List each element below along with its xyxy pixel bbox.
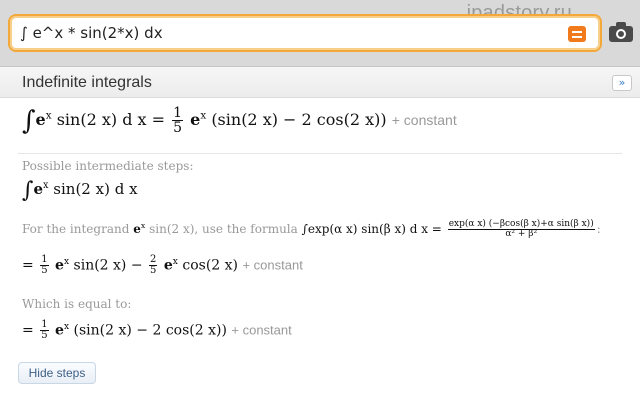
step3-formula: = 15 ex (sin(2 x) − 2 cos(2 x)) + consta… xyxy=(22,319,292,341)
formula-line: For the integrand ex sin(2 x), use the f… xyxy=(22,219,601,239)
expand-icon[interactable]: » xyxy=(612,75,632,91)
step2-formula: = 15 ex sin(2 x) − 25 ex cos(2 x) + cons… xyxy=(22,254,303,276)
camera-icon[interactable] xyxy=(609,22,633,42)
result-formula: ∫ex sin(2 x) d x = 15 ex (sin(2 x) − 2 c… xyxy=(22,105,457,136)
search-input[interactable]: ∫ e^x * sin(2*x) dx xyxy=(8,14,602,52)
hide-steps-button[interactable]: Hide steps xyxy=(18,362,96,384)
result-rhs: (sin(2 x) − 2 cos(2 x)) xyxy=(211,110,387,129)
integral-sign: ∫ xyxy=(22,106,36,136)
camera-lens xyxy=(616,29,626,39)
pod-title: Indefinite integrals xyxy=(22,74,152,91)
steps-heading: Possible intermediate steps: xyxy=(22,159,194,173)
result-constant: + constant xyxy=(391,112,457,128)
search-query[interactable]: ∫ e^x * sin(2*x) dx xyxy=(20,24,163,42)
step1-formula: ∫ex sin(2 x) d x xyxy=(22,178,138,203)
step2-fraction-a: 15 xyxy=(40,254,49,276)
formula-fraction: exp(α x) (−βcos(β x)+α sin(β x)) α² + β² xyxy=(447,219,595,239)
step3-fraction: 15 xyxy=(40,319,49,341)
equal-heading: Which is equal to: xyxy=(22,297,132,311)
submit-icon[interactable] xyxy=(568,26,586,42)
result-fraction: 15 xyxy=(172,105,184,136)
top-bar: ipadstory.ru ∫ e^x * sin(2*x) dx xyxy=(0,0,640,67)
divider xyxy=(18,153,622,154)
result-lhs: sin(2 x) d x = xyxy=(56,110,166,129)
pod-header: Indefinite integrals » xyxy=(0,67,640,98)
step2-fraction-b: 25 xyxy=(149,254,158,276)
